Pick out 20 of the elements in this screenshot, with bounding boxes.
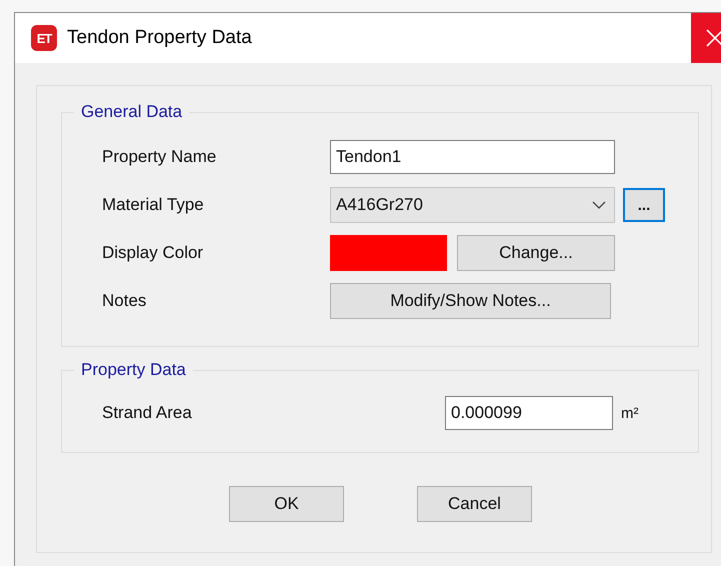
field-label: Material Type (102, 195, 205, 215)
browse-button[interactable]: ... (623, 188, 665, 222)
close-icon (705, 28, 721, 48)
dialog-button[interactable]: Cancel (417, 486, 532, 522)
dialog-button[interactable]: OK (229, 486, 344, 522)
field-label: Strand Area (102, 403, 193, 423)
notes-button[interactable]: Modify/Show Notes... (330, 283, 611, 319)
change-button[interactable]: Change... (457, 235, 615, 271)
field-label: Display Color (102, 243, 204, 263)
property-name-field[interactable]: Tendon1 (330, 140, 615, 174)
group-legend: Property Data (74, 360, 193, 380)
window-title: Tendon Property Data (67, 27, 253, 49)
unit-label: m² (621, 404, 638, 422)
field-label: Property Name (102, 147, 218, 167)
material-type-dropdown[interactable]: A416Gr270 (330, 187, 615, 223)
close-button[interactable] (691, 13, 721, 63)
strand-area-field[interactable]: 0.000099 (445, 396, 613, 430)
app-logo-icon: ET (31, 25, 57, 51)
field-label: Notes (102, 291, 148, 311)
chevron-down-icon (592, 201, 606, 209)
